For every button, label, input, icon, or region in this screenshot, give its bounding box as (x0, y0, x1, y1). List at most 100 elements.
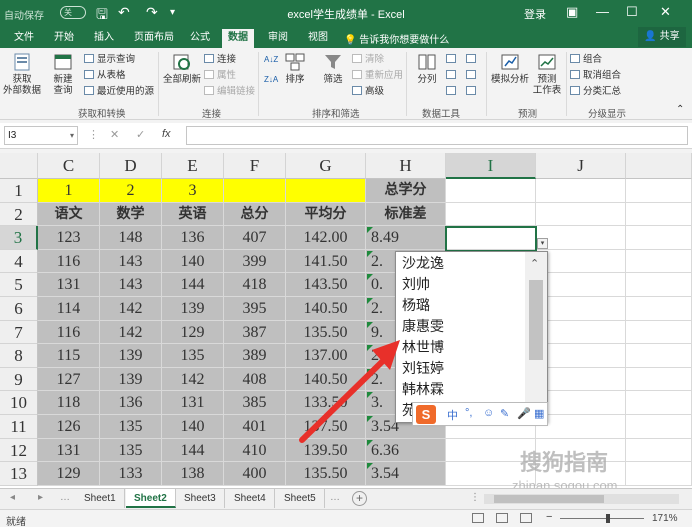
cell[interactable] (626, 367, 692, 392)
group-button[interactable]: 组合 (570, 54, 602, 66)
row-header[interactable]: 7 (0, 320, 38, 345)
tab-insert[interactable]: 插入 (88, 29, 120, 48)
cell[interactable] (536, 226, 626, 250)
row-header[interactable]: 1 (0, 179, 38, 203)
tell-me-search[interactable]: 💡 告诉我你想要做什么 (344, 31, 449, 46)
sheet-tab[interactable]: Sheet5 (276, 489, 325, 508)
cell[interactable] (626, 179, 692, 203)
dropdown-item[interactable]: 刘帅 (402, 275, 430, 296)
cell[interactable] (536, 202, 626, 227)
spreadsheet-grid[interactable]: C D E F G H I J 1 2 3 4 5 6 7 8 9 10 11 12 13 1 2 3 总学分… (0, 153, 692, 488)
cell[interactable]: 123 (38, 226, 100, 250)
cell[interactable]: 116 (38, 249, 100, 274)
name-box[interactable]: I3 ▾ (4, 126, 78, 145)
maximize-icon[interactable]: ☐ (626, 4, 638, 20)
row-header[interactable]: 5 (0, 273, 38, 297)
cell[interactable] (626, 297, 692, 321)
cell[interactable]: 407 (224, 226, 286, 250)
ime-emoji-icon[interactable]: ☺ (483, 407, 494, 419)
dropdown-item[interactable]: 韩林霖 (402, 380, 444, 401)
chevron-up-icon[interactable]: ⌃ (530, 257, 539, 270)
dropdown-item[interactable]: 沙龙逸 (402, 254, 444, 275)
cell[interactable] (536, 297, 626, 321)
cell[interactable]: 143 (100, 249, 162, 274)
cell[interactable]: 401 (224, 415, 286, 439)
cell[interactable]: 6.36 (366, 438, 446, 463)
cell[interactable] (536, 179, 626, 203)
cell[interactable] (224, 179, 286, 203)
cell-header[interactable]: 标准差 (366, 202, 446, 227)
cell[interactable]: 142.00 (286, 226, 366, 250)
tab-home[interactable]: 开始 (48, 29, 80, 48)
connections-button[interactable]: 连接 (204, 54, 236, 66)
cell[interactable]: 114 (38, 297, 100, 321)
column-header[interactable]: J (536, 153, 626, 179)
cell[interactable]: 140.50 (286, 367, 366, 392)
ime-punctuation-icon[interactable]: °, (465, 407, 472, 419)
cell[interactable] (626, 226, 692, 250)
clear-button[interactable]: 清除 (352, 54, 384, 66)
column-header[interactable]: H (366, 153, 446, 179)
from-table-button[interactable]: 从表格 (84, 70, 126, 82)
page-layout-view-icon[interactable] (496, 513, 508, 523)
cell[interactable] (626, 438, 692, 463)
ime-toolbox-icon[interactable]: ▦ (534, 407, 544, 420)
scrollbar-thumb[interactable] (529, 280, 543, 360)
share-button[interactable]: 👤 共享 (638, 27, 686, 47)
formula-input[interactable] (186, 126, 688, 145)
cell[interactable] (536, 344, 626, 368)
cell[interactable]: 135.50 (286, 320, 366, 345)
validation-dropdown-button[interactable]: ▾ (537, 238, 548, 249)
cell[interactable]: 144 (162, 438, 224, 463)
dropdown-item[interactable]: 杨璐 (402, 296, 430, 317)
cell[interactable]: 387 (224, 320, 286, 345)
show-query-button[interactable]: 显示查询 (84, 54, 135, 66)
recent-sources-button[interactable]: 最近使用的源 (84, 86, 154, 98)
sort-ascending-button[interactable]: A↓Z (264, 54, 278, 66)
cell[interactable]: 总学分 (366, 179, 446, 203)
column-header[interactable]: G (286, 153, 366, 179)
tab-view[interactable]: 视图 (302, 29, 334, 48)
cell[interactable]: 142 (100, 297, 162, 321)
cell[interactable]: 139 (100, 344, 162, 368)
sheet-tab-active[interactable]: Sheet2 (126, 489, 176, 508)
cell[interactable]: 133 (100, 462, 162, 486)
properties-button[interactable]: 属性 (204, 70, 236, 82)
row-header[interactable]: 4 (0, 249, 38, 274)
zoom-slider-knob[interactable] (606, 514, 610, 523)
chevron-down-icon[interactable]: ▾ (70, 127, 74, 144)
column-header[interactable]: F (224, 153, 286, 179)
text-to-columns-button[interactable]: 分列 (412, 52, 442, 85)
zoom-level[interactable]: 171% (652, 513, 678, 524)
dropdown-item[interactable]: 刘钰婷 (402, 359, 444, 380)
active-cell[interactable] (445, 226, 537, 252)
cell[interactable] (626, 320, 692, 345)
remove-duplicates-button[interactable] (446, 70, 459, 82)
cell-header[interactable]: 数学 (100, 202, 162, 227)
filter-button[interactable]: 筛选 (318, 52, 348, 85)
prev-sheet-icon[interactable]: ◂ (10, 492, 15, 503)
row-header[interactable]: 8 (0, 344, 38, 368)
cell[interactable] (446, 202, 536, 227)
insert-function-icon[interactable]: fx (162, 128, 171, 140)
column-header-selected[interactable]: I (446, 153, 536, 179)
cell[interactable]: 139.50 (286, 438, 366, 463)
cell[interactable]: 400 (224, 462, 286, 486)
cell[interactable] (626, 344, 692, 368)
cell[interactable]: 140.50 (286, 297, 366, 321)
cell[interactable] (626, 249, 692, 274)
cell[interactable]: 116 (38, 320, 100, 345)
cell[interactable]: 143.50 (286, 273, 366, 297)
refresh-all-button[interactable]: 全部刷新 (162, 52, 202, 85)
ime-handwrite-icon[interactable]: ✎ (500, 407, 509, 420)
cell[interactable]: 418 (224, 273, 286, 297)
tab-page-layout[interactable]: 页面布局 (128, 29, 180, 48)
row-header[interactable]: 11 (0, 415, 38, 439)
horizontal-scrollbar[interactable] (484, 494, 679, 504)
cell[interactable]: 129 (38, 462, 100, 486)
new-query-button[interactable]: 新建 查询 (46, 52, 80, 96)
row-header[interactable]: 12 (0, 438, 38, 463)
cell[interactable]: 131 (38, 438, 100, 463)
cell[interactable]: 148 (100, 226, 162, 250)
tab-formulas[interactable]: 公式 (184, 29, 216, 48)
